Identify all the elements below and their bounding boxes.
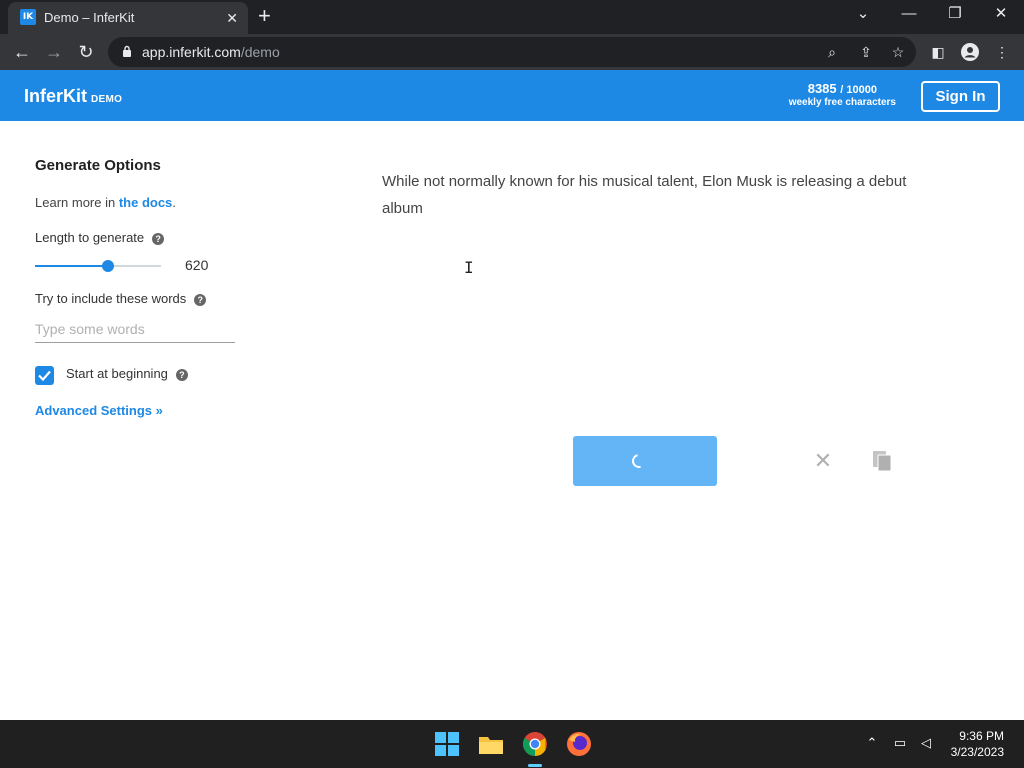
new-tab-icon[interactable]: + [258,4,271,28]
advanced-settings-link[interactable]: Advanced Settings » [35,403,163,418]
browser-tab[interactable]: IK Demo – InferKit ✕ [8,2,248,34]
tab-search-chevron-icon[interactable]: ⌄ [850,4,876,24]
start-at-beginning-checkbox[interactable] [35,366,54,385]
clock-time: 9:36 PM [959,729,1004,743]
length-slider-fill [35,265,109,267]
start-help-icon[interactable]: ? [175,369,188,381]
windows-start-icon[interactable] [433,730,461,758]
quota-total: / 10000 [840,84,877,96]
length-slider-thumb[interactable] [102,260,115,272]
words-label: Try to include these words? [35,291,207,306]
docs-link[interactable]: the docs [119,195,172,210]
options-title: Generate Options [35,157,161,174]
share-icon[interactable]: ⇪ [856,42,876,62]
text-cursor-icon: I [464,258,474,277]
system-clock[interactable]: 9:36 PM 3/23/2023 [946,728,1004,760]
length-slider[interactable] [35,260,161,272]
app-header: InferKit DEMO 8385 / 10000 weekly free ch… [0,70,1024,121]
search-icon[interactable]: ⌕ [822,42,842,62]
prompt-textarea[interactable]: While not normally known for his musical… [382,168,922,222]
include-words-input[interactable] [35,316,235,343]
address-bar[interactable]: app.inferkit.com/demo ⌕ ⇪ ☆ [108,37,916,67]
learn-more-text: Learn more in the docs. [35,195,176,210]
menu-kebab-icon[interactable]: ⋮ [992,42,1012,62]
firefox-icon[interactable] [565,730,593,758]
sign-in-button[interactable]: Sign In [921,81,1000,112]
copy-icon[interactable] [871,449,895,473]
brand-logo[interactable]: InferKit DEMO [24,86,122,107]
length-value: 620 [185,257,209,273]
length-label: Length to generate? [35,230,165,245]
words-help-icon[interactable]: ? [194,294,207,306]
quota-label: weekly free characters [788,97,896,108]
window-close-icon[interactable]: ✕ [988,4,1014,24]
tab-close-icon[interactable]: ✕ [226,8,238,28]
volume-muted-icon[interactable]: ◁ [916,734,936,752]
active-app-indicator [528,764,542,767]
browser-toolbar: ← → ↻ app.inferkit.com/demo ⌕ ⇪ ☆ ◧ ⋮ [0,34,1024,70]
reload-icon[interactable]: ↻ [74,40,98,64]
browser-tab-bar: IK Demo – InferKit ✕ + ⌄ — ❐ ✕ [0,0,1024,34]
network-icon[interactable]: ▭ [890,734,910,752]
show-hidden-icons-chevron-icon[interactable]: ⌃ [862,734,882,752]
bookmark-star-icon[interactable]: ☆ [888,42,908,62]
forward-icon[interactable]: → [42,40,66,64]
side-panel-icon[interactable]: ◧ [928,42,948,62]
clear-icon[interactable]: ✕ [813,450,833,472]
profile-icon[interactable] [960,42,980,62]
tab-title: Demo – InferKit [44,10,135,25]
lock-icon[interactable] [122,45,132,57]
url-text[interactable]: app.inferkit.com/demo [142,44,280,60]
file-explorer-icon[interactable] [477,730,505,758]
chrome-icon[interactable] [521,730,549,758]
restore-icon[interactable]: ❐ [942,4,968,24]
inferkit-favicon-icon: IK [20,9,36,25]
start-at-beginning-label[interactable]: Start at beginning? [66,366,188,381]
minimize-icon[interactable]: — [896,4,922,24]
clock-date: 3/23/2023 [950,745,1004,759]
length-help-icon[interactable]: ? [152,233,165,245]
quota-counter: 8385 / 10000 weekly free characters [789,81,896,108]
back-icon[interactable]: ← [10,40,34,64]
quota-used: 8385 [807,81,837,96]
os-taskbar: ⌃ ▭ ◁ 9:36 PM 3/23/2023 [0,720,1024,768]
